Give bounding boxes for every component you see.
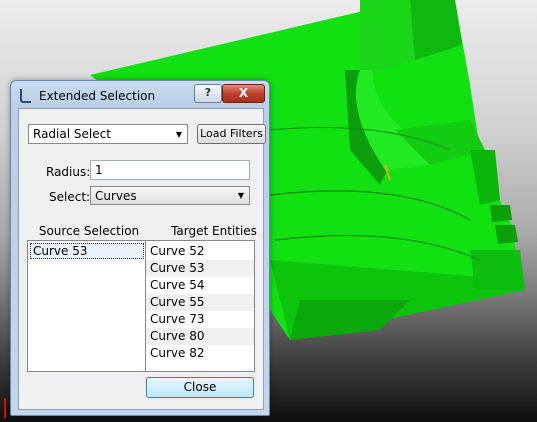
- source-selection-heading: Source Selection: [38, 224, 140, 238]
- select-type-value: Curves: [95, 189, 137, 203]
- list-item[interactable]: Curve 82: [146, 345, 254, 362]
- list-item[interactable]: Curve 54: [146, 277, 254, 294]
- list-item[interactable]: Curve 55: [146, 294, 254, 311]
- select-type-dropdown[interactable]: Curves ▼: [90, 186, 250, 205]
- selection-mode-value: Radial Select: [33, 127, 111, 141]
- app-logo-icon: [20, 89, 31, 103]
- axis-x-indicator: [4, 398, 6, 418]
- dialog-title: Extended Selection: [39, 89, 156, 103]
- list-item[interactable]: Curve 73: [146, 311, 254, 328]
- title-bar[interactable]: Extended Selection ? X: [11, 81, 269, 107]
- chevron-down-icon: ▼: [175, 130, 182, 139]
- target-entities-list[interactable]: Curve 52 Curve 53 Curve 54 Curve 55 Curv…: [145, 240, 255, 372]
- list-item[interactable]: Curve 80: [146, 328, 254, 345]
- close-button[interactable]: Close: [146, 377, 254, 398]
- list-item[interactable]: Curve 52: [146, 243, 254, 260]
- list-item[interactable]: Curve 53: [30, 243, 144, 259]
- help-button[interactable]: ?: [194, 84, 222, 103]
- radius-input[interactable]: 1: [90, 160, 250, 180]
- source-selection-list[interactable]: Curve 53: [27, 240, 147, 372]
- selection-mode-dropdown[interactable]: Radial Select ▼: [28, 124, 188, 144]
- window-close-button[interactable]: X: [222, 84, 265, 103]
- dialog-body: Radial Select ▼ Load Filters Radius: 1 S…: [18, 108, 266, 410]
- load-filters-button[interactable]: Load Filters: [197, 124, 266, 144]
- chevron-down-icon: ▼: [237, 191, 244, 200]
- target-entities-heading: Target Entities: [171, 224, 257, 238]
- list-item[interactable]: Curve 53: [146, 260, 254, 277]
- radius-label: Radius:: [46, 165, 91, 179]
- select-label: Select:: [49, 190, 91, 204]
- extended-selection-dialog: Extended Selection ? X Radial Select ▼ L…: [10, 80, 270, 416]
